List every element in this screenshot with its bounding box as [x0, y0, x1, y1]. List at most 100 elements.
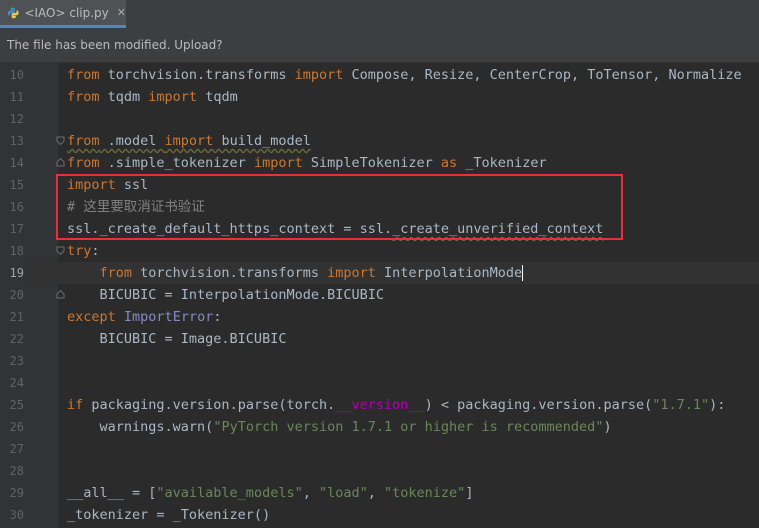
text-caret: [522, 265, 524, 281]
code-token: "available_models": [156, 485, 303, 501]
code-token: torchvision.transforms: [99, 67, 295, 83]
line-number: 28: [9, 464, 24, 478]
code-line[interactable]: 13 from .model import build_model: [0, 130, 759, 152]
code-token: try: [67, 243, 92, 259]
code-token: from: [99, 265, 133, 281]
line-number: 16: [9, 200, 24, 214]
line-number: 15: [9, 178, 24, 192]
line-number: 21: [9, 310, 24, 324]
code-token: SimpleTokenizer: [302, 155, 441, 171]
code-token: "1.7.1": [652, 397, 710, 413]
code-token: __all__ = [: [67, 485, 157, 501]
code-token: as: [440, 155, 458, 171]
code-line[interactable]: 21 except ImportError:: [0, 306, 759, 328]
fold-end-icon[interactable]: [56, 290, 65, 299]
code-editor[interactable]: 10 from torchvision.transforms import Com…: [0, 63, 759, 528]
close-icon[interactable]: ✕: [117, 6, 126, 19]
code-line[interactable]: 12: [0, 108, 759, 130]
code-line[interactable]: 29 __all__ = ["available_models", "load",…: [0, 482, 759, 504]
code-token: BICUBIC = InterpolationMode.BICUBIC: [67, 287, 384, 303]
code-token: "tokenize": [384, 485, 466, 501]
fold-open-icon[interactable]: [56, 246, 65, 255]
code-text: from .model import build_model: [67, 130, 311, 152]
code-text: from .simple_tokenizer import SimpleToke…: [67, 152, 547, 174]
editor-tab-bar: <IAO> clip.py ✕: [0, 0, 759, 28]
line-number: 19: [0, 262, 24, 284]
code-line[interactable]: 20 BICUBIC = InterpolationMode.BICUBIC: [0, 284, 759, 306]
code-token: import: [164, 133, 214, 149]
code-token: except: [67, 309, 116, 325]
python-file-icon: [7, 7, 19, 18]
line-number: 29: [9, 486, 24, 500]
line-number: 27: [9, 442, 24, 456]
code-token: import: [327, 265, 376, 281]
line-number: 12: [9, 112, 24, 126]
code-text: _tokenizer = _Tokenizer(): [67, 504, 270, 526]
code-text: from tqdm import tqdm: [67, 86, 238, 108]
code-token: tqdm: [197, 89, 238, 105]
line-number: 10: [9, 68, 24, 82]
code-token: _Tokenizer: [457, 155, 547, 171]
fold-open-icon[interactable]: [56, 136, 65, 145]
line-number: 17: [9, 222, 24, 236]
code-text: warnings.warn("PyTorch version 1.7.1 or …: [67, 416, 612, 438]
line-number: 18: [9, 244, 24, 258]
code-token: from: [67, 89, 100, 105]
code-token: .simple_tokenizer: [99, 155, 254, 171]
code-line[interactable]: 26 warnings.warn("PyTorch version 1.7.1 …: [0, 416, 759, 438]
line-number: 26: [9, 420, 24, 434]
code-line[interactable]: 19 from torchvision.transforms import In…: [0, 262, 759, 284]
line-number: 23: [9, 354, 24, 368]
code-line[interactable]: 10 from torchvision.transforms import Com…: [0, 64, 759, 86]
code-text: if packaging.version.parse(torch.__versi…: [67, 394, 725, 416]
code-text: except ImportError:: [67, 306, 221, 328]
code-line[interactable]: 30 _tokenizer = _Tokenizer(): [0, 504, 759, 526]
line-number: 13: [9, 134, 24, 148]
code-token: import: [294, 67, 344, 83]
code-line[interactable]: 25 if packaging.version.parse(torch.__ver…: [0, 394, 759, 416]
code-token: :: [91, 243, 100, 259]
code-token: "load": [318, 485, 368, 501]
code-line[interactable]: 27: [0, 438, 759, 460]
code-token: import: [148, 89, 198, 105]
line-number: 14: [9, 156, 24, 170]
code-token: from: [67, 133, 100, 149]
code-line[interactable]: 22 BICUBIC = Image.BICUBIC: [0, 328, 759, 350]
code-line[interactable]: 24: [0, 372, 759, 394]
code-token: ,: [367, 485, 385, 501]
code-token: ,: [302, 485, 319, 501]
code-token: __version__: [335, 397, 425, 413]
code-token: from: [67, 155, 100, 171]
code-token: .model: [99, 133, 165, 149]
highlight-annotation-box: [56, 174, 623, 240]
code-line[interactable]: 14 from .simple_tokenizer import SimpleTo…: [0, 152, 759, 174]
code-token: from: [67, 67, 100, 83]
code-line[interactable]: 11 from tqdm import tqdm: [0, 86, 759, 108]
code-text: BICUBIC = InterpolationMode.BICUBIC: [67, 284, 384, 306]
code-token: if: [67, 397, 84, 413]
code-token: ):: [709, 397, 726, 413]
code-token: build_model: [213, 133, 311, 149]
code-token: :: [213, 309, 222, 325]
fold-end-icon[interactable]: [56, 158, 65, 167]
code-token: _tokenizer = _Tokenizer(): [67, 507, 271, 523]
code-token: packaging.version.parse(torch.: [83, 397, 336, 413]
code-token: ) < packaging.version.parse(: [424, 397, 653, 413]
line-number: 25: [9, 398, 24, 412]
line-number: 30: [9, 508, 24, 522]
code-token: InterpolationMode: [375, 265, 523, 281]
code-token: ): [603, 419, 612, 435]
upload-prompt-link[interactable]: The file has been modified. Upload?: [7, 38, 223, 52]
line-number: 20: [9, 288, 24, 302]
code-token: BICUBIC = Image.BICUBIC: [67, 331, 287, 347]
tab-clip-py[interactable]: <IAO> clip.py ✕: [0, 0, 126, 28]
tab-label: <IAO> clip.py: [24, 5, 109, 20]
code-token: torchvision.transforms: [132, 265, 328, 281]
code-token: ]: [465, 485, 474, 501]
code-line[interactable]: 18 try:: [0, 240, 759, 262]
code-line[interactable]: 28: [0, 460, 759, 482]
code-text: try:: [67, 240, 100, 262]
code-line[interactable]: 23: [0, 350, 759, 372]
